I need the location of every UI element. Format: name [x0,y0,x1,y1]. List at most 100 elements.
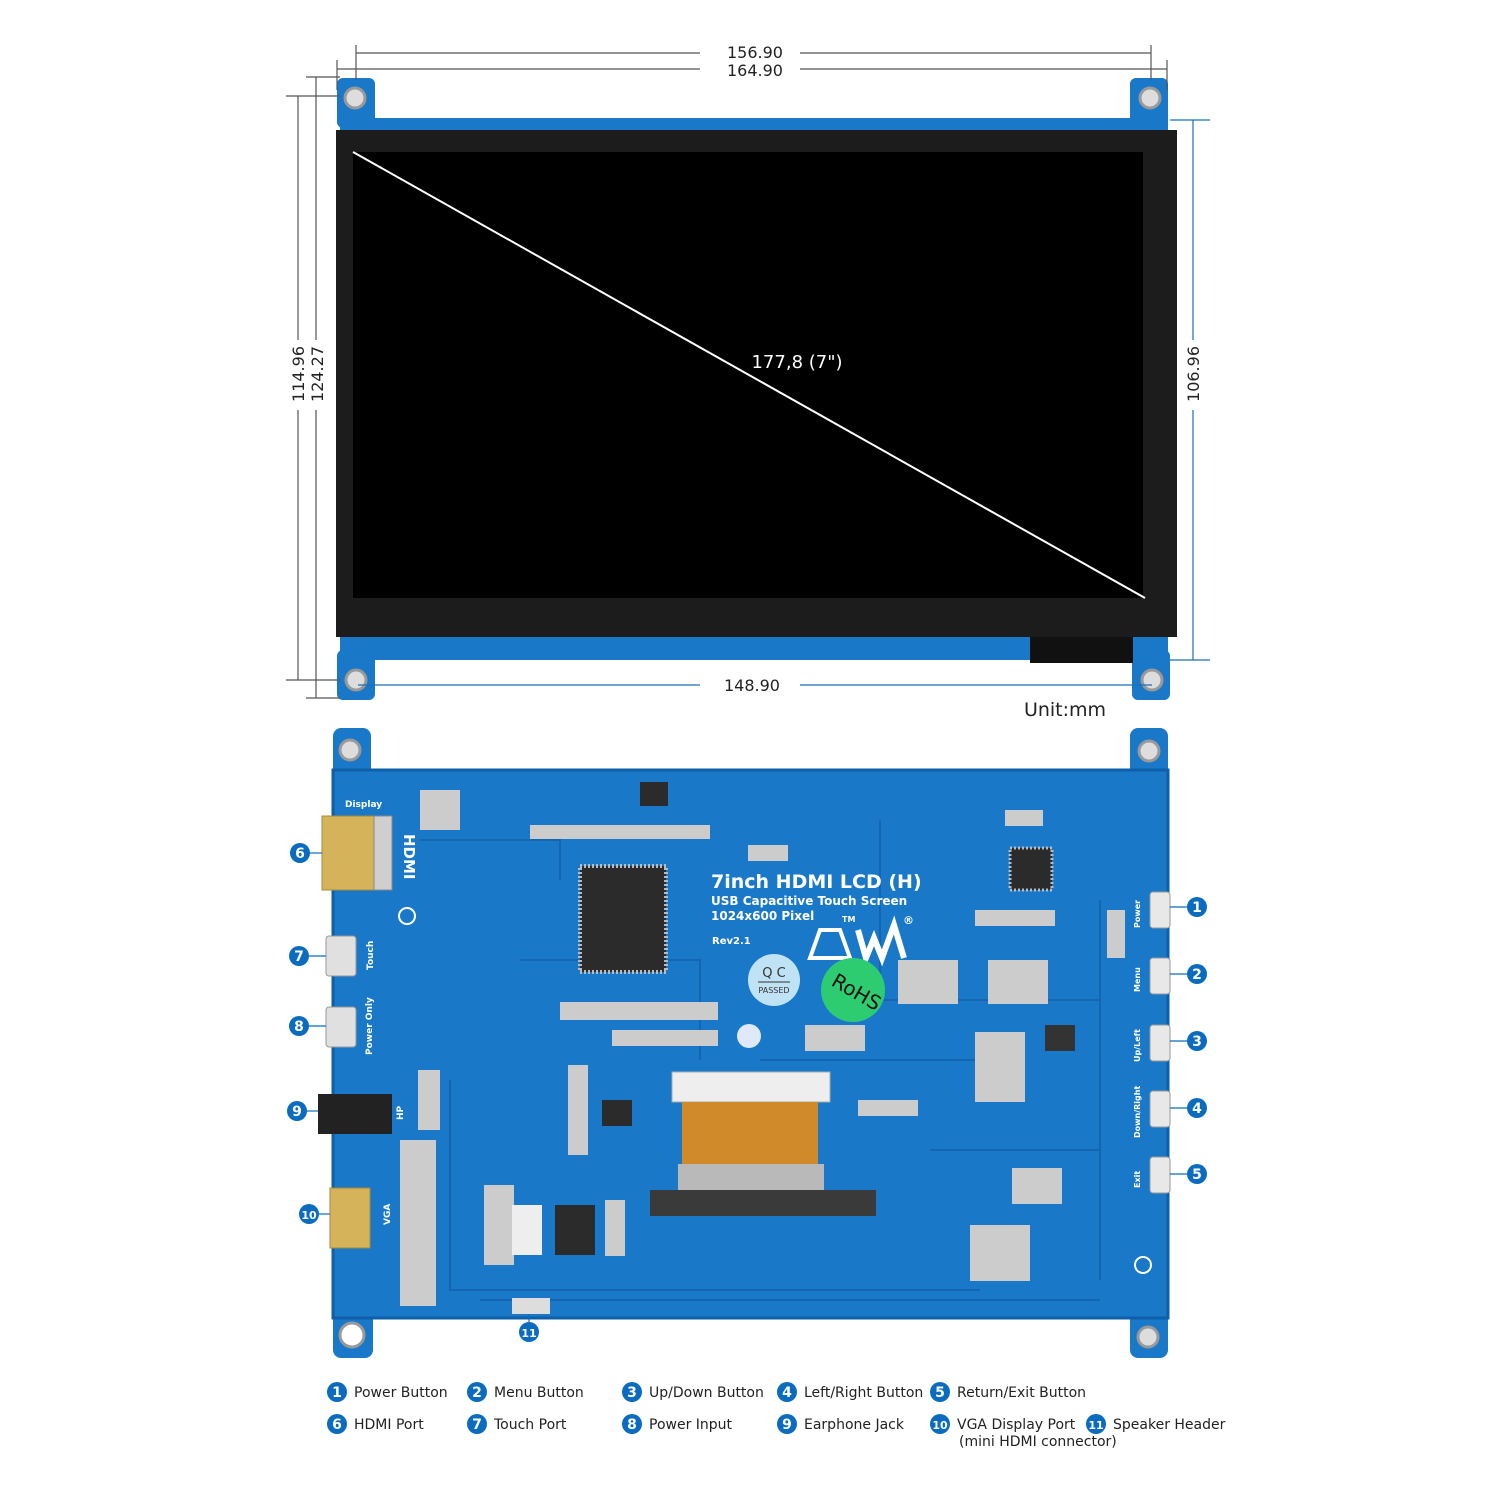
product-diagram: 177,8 (7") 156.90 164.90 114.96 124.27 1… [286,43,1226,1450]
dim-outer-height: 124.27 [308,346,327,402]
silk-down-right: Down/Right [1133,1086,1142,1138]
fpc-connector [1030,637,1133,663]
callout-3: 3 [1187,1031,1207,1051]
dim-panel-height: 106.96 [1184,346,1203,402]
legend-label: VGA Display Port [957,1417,1076,1433]
hdmi-port-bracket [373,815,393,891]
silk-exit: Exit [1133,1171,1142,1188]
legend-number: 3 [627,1385,637,1401]
legend-number: 4 [782,1385,792,1401]
legend-item: 6 HDMI Port [327,1414,424,1434]
legend-item: 11 Speaker Header [1086,1414,1226,1434]
lcd-fpc-cable [682,1102,818,1164]
svg-text:9: 9 [292,1104,302,1120]
legend-item: 3 Up/Down Button [622,1382,764,1402]
svg-text:10: 10 [301,1209,317,1222]
svg-text:TM: TM [842,915,855,924]
silk-power: Power [1133,900,1142,928]
callout-10: 10 [299,1204,319,1224]
svg-text:Q C: Q C [762,966,785,981]
silk-vga: VGA [383,1204,393,1225]
legend-label: Power Button [354,1385,448,1401]
callout-4: 4 [1187,1098,1207,1118]
main-ic [578,864,668,974]
legend-number: 2 [472,1385,482,1401]
earphone-jack [318,1094,392,1134]
dim-inner-width: 156.90 [727,43,783,62]
power-usb-port [325,1006,357,1048]
svg-text:4: 4 [1192,1101,1202,1117]
legend-number: 8 [627,1417,637,1433]
legend-item: 7 Touch Port [467,1414,567,1434]
dim-panel-width: 148.90 [724,676,780,695]
legend: 1 Power Button 2 Menu Button 3 Up/Down Button… [327,1382,1226,1450]
svg-text:7: 7 [294,949,304,965]
legend-number: 5 [935,1385,945,1401]
svg-text:11: 11 [521,1327,536,1340]
diagonal-label: 177,8 (7") [751,352,842,373]
rohs-label: RoHS [821,958,885,1022]
legend-label: Power Input [649,1417,733,1433]
back-view: Display HDMI Touch Power Only HP VGA Pow… [318,728,1171,1358]
speaker-header [512,1298,550,1314]
legend-label-secondary: (mini HDMI connector) [959,1434,1117,1450]
callout-1: 1 [1187,897,1207,917]
legend-label: Earphone Jack [804,1417,905,1433]
hdmi-port [321,815,375,891]
silk-hdmi: HDMI [400,834,418,880]
lcd-fpc-connector [671,1071,831,1103]
silk-power-only: Power Only [365,997,375,1055]
mcu-ic [1008,846,1054,892]
board-subtitle: USB Capacitive Touch Screen [711,894,907,908]
svg-text:1: 1 [1192,900,1202,916]
legend-label: Up/Down Button [649,1385,764,1401]
callout-9: 9 [287,1101,307,1121]
legend-item: 8 Power Input [622,1414,733,1434]
legend-label: Speaker Header [1113,1417,1226,1433]
legend-number: 1 [332,1385,342,1401]
silk-hp: HP [396,1105,406,1120]
legend-label: Touch Port [493,1417,567,1433]
legend-number: 11 [1088,1419,1103,1432]
legend-label: Return/Exit Button [957,1385,1086,1401]
unit-label: Unit:mm [1024,699,1106,721]
legend-item: 9 Earphone Jack [777,1414,905,1434]
svg-text:PASSED: PASSED [758,986,789,995]
silk-menu: Menu [1133,967,1142,992]
legend-number: 7 [472,1417,482,1433]
panel-slot [650,1190,876,1216]
callout-11: 11 [519,1322,539,1342]
callout-5: 5 [1187,1164,1207,1184]
silk-up-left: Up/Left [1133,1029,1142,1062]
dim-outer-width: 164.90 [727,61,783,80]
callout-7: 7 [289,946,309,966]
ic-small [640,782,668,806]
legend-label: Left/Right Button [804,1385,923,1401]
vga-mini-hdmi-port [329,1187,371,1249]
callout-8: 8 [289,1016,309,1036]
dim-inner-height: 114.96 [289,346,308,402]
board-title: 7inch HDMI LCD (H) [711,871,922,893]
legend-number: 10 [932,1419,948,1432]
svg-text:3: 3 [1192,1034,1202,1050]
legend-number: 9 [782,1417,792,1433]
legend-number: 6 [332,1417,342,1433]
silk-display: Display [345,800,382,810]
callout-6: 6 [290,843,310,863]
board-resolution: 1024x600 Pixel [711,909,814,923]
front-view: 177,8 (7") [336,78,1177,700]
svg-text:®: ® [903,914,914,927]
svg-text:2: 2 [1192,967,1202,983]
legend-label: Menu Button [494,1385,584,1401]
svg-text:8: 8 [294,1019,304,1035]
ic-small [555,1205,595,1255]
legend-label: HDMI Port [354,1417,424,1433]
legend-item: 4 Left/Right Button [777,1382,923,1402]
callout-2: 2 [1187,964,1207,984]
legend-item: 1 Power Button [327,1382,448,1402]
board-revision: Rev2.1 [712,936,751,947]
svg-text:5: 5 [1192,1167,1202,1183]
silk-touch: Touch [366,941,376,970]
touch-usb-port [325,935,357,977]
legend-item: 2 Menu Button [467,1382,584,1402]
